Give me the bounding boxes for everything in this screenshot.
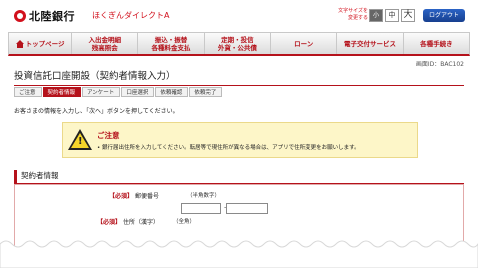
step-complete: 依頼完了 (189, 87, 223, 97)
step-confirmation: 依頼確認 (155, 87, 189, 97)
address-hint: （全角） (173, 219, 196, 225)
nav-item-label: 外貨・公共債 (217, 43, 257, 52)
home-icon (15, 39, 24, 48)
progress-steps: ご注意 契約者情報 アンケート 口座選択 依頼確認 依頼完了 (14, 87, 223, 97)
step-caution: ご注意 (14, 87, 42, 97)
postal-code-first-input[interactable] (181, 203, 221, 214)
notice-body: • 銀行届出住所を入力してください。転居等で現住所が異なる場合は、アプリで住所変… (97, 145, 360, 151)
nav-item-deposit-investment[interactable]: 定期・投信 外貨・公共債 (205, 33, 272, 54)
fontsize-medium-button[interactable]: 中 (385, 9, 399, 22)
nav-item-electronic-delivery[interactable]: 電子交付サービス (337, 33, 404, 54)
header: 北陸銀行 ほくぎんダイレクトA 文字サイズを変更する 小 中 大 ログアウト (0, 0, 478, 30)
service-name: ほくぎんダイレクトA (92, 11, 170, 20)
notice-title: ご注意 (97, 131, 120, 140)
global-nav: トップページ 入出金明細 残高照会 振込・振替 各種料金支払 定期・投信 外貨・公共債… (8, 32, 470, 56)
fontsize-label: 文字サイズを変更する (338, 8, 368, 21)
nav-item-loan[interactable]: ローン (271, 33, 338, 54)
nav-item-top-page[interactable]: トップページ (9, 33, 73, 54)
fontsize-small-button[interactable]: 小 (369, 9, 383, 22)
required-badge: 【必須】 (97, 219, 122, 226)
fontsize-large-button[interactable]: 大 (401, 9, 415, 22)
torn-edge (0, 240, 478, 268)
nav-item-label: 各種料金支払 (151, 43, 191, 52)
logout-button[interactable]: ログアウト (423, 9, 465, 22)
postal-code-label: 【必須】 郵便番号 (109, 191, 159, 200)
step-contractor-info: 契約者情報 (42, 87, 82, 97)
bank-logo-icon (14, 10, 26, 22)
address-label: 【必須】 住所（漢字） (97, 217, 159, 226)
nav-item-label: 振込・振替 (154, 35, 188, 44)
step-account-selection: 口座選択 (121, 87, 155, 97)
screen-id: 画面ID：BAC102 (415, 61, 464, 68)
nav-item-label: 電子交付サービス (344, 39, 397, 48)
nav-item-label: 各種手続き (420, 39, 453, 48)
postal-code-second-input[interactable] (226, 203, 268, 214)
required-badge: 【必須】 (109, 193, 134, 200)
nav-item-statements[interactable]: 入出金明細 残高照会 (72, 33, 139, 54)
caution-notice: ! ご注意 • 銀行届出住所を入力してください。転居等で現住所が異なる場合は、ア… (62, 122, 418, 158)
nav-item-label: トップページ (25, 39, 65, 48)
postal-code-hint: （半角数字） (187, 193, 221, 199)
nav-item-label: 残高照会 (91, 43, 118, 52)
nav-item-transfer[interactable]: 振込・振替 各種料金支払 (138, 33, 205, 54)
nav-item-procedures[interactable]: 各種手続き (404, 33, 469, 54)
step-survey: アンケート (82, 87, 121, 97)
exclamation-icon: ! (78, 136, 83, 147)
address-label-text: 住所（漢字） (122, 219, 159, 226)
section-title: 契約者情報 (14, 170, 464, 184)
nav-item-label: ローン (294, 39, 314, 48)
bank-name: 北陸銀行 (29, 10, 75, 23)
instruction-text: お客さまの情報を入力し、「次へ」ボタンを押してください。 (14, 108, 179, 115)
nav-item-label: 定期・投信 (221, 35, 254, 44)
nav-item-label: 入出金明細 (88, 35, 121, 44)
postal-code-label-text: 郵便番号 (134, 193, 159, 200)
page-title: 投資信託口座開設（契約者情報入力） (14, 68, 464, 86)
